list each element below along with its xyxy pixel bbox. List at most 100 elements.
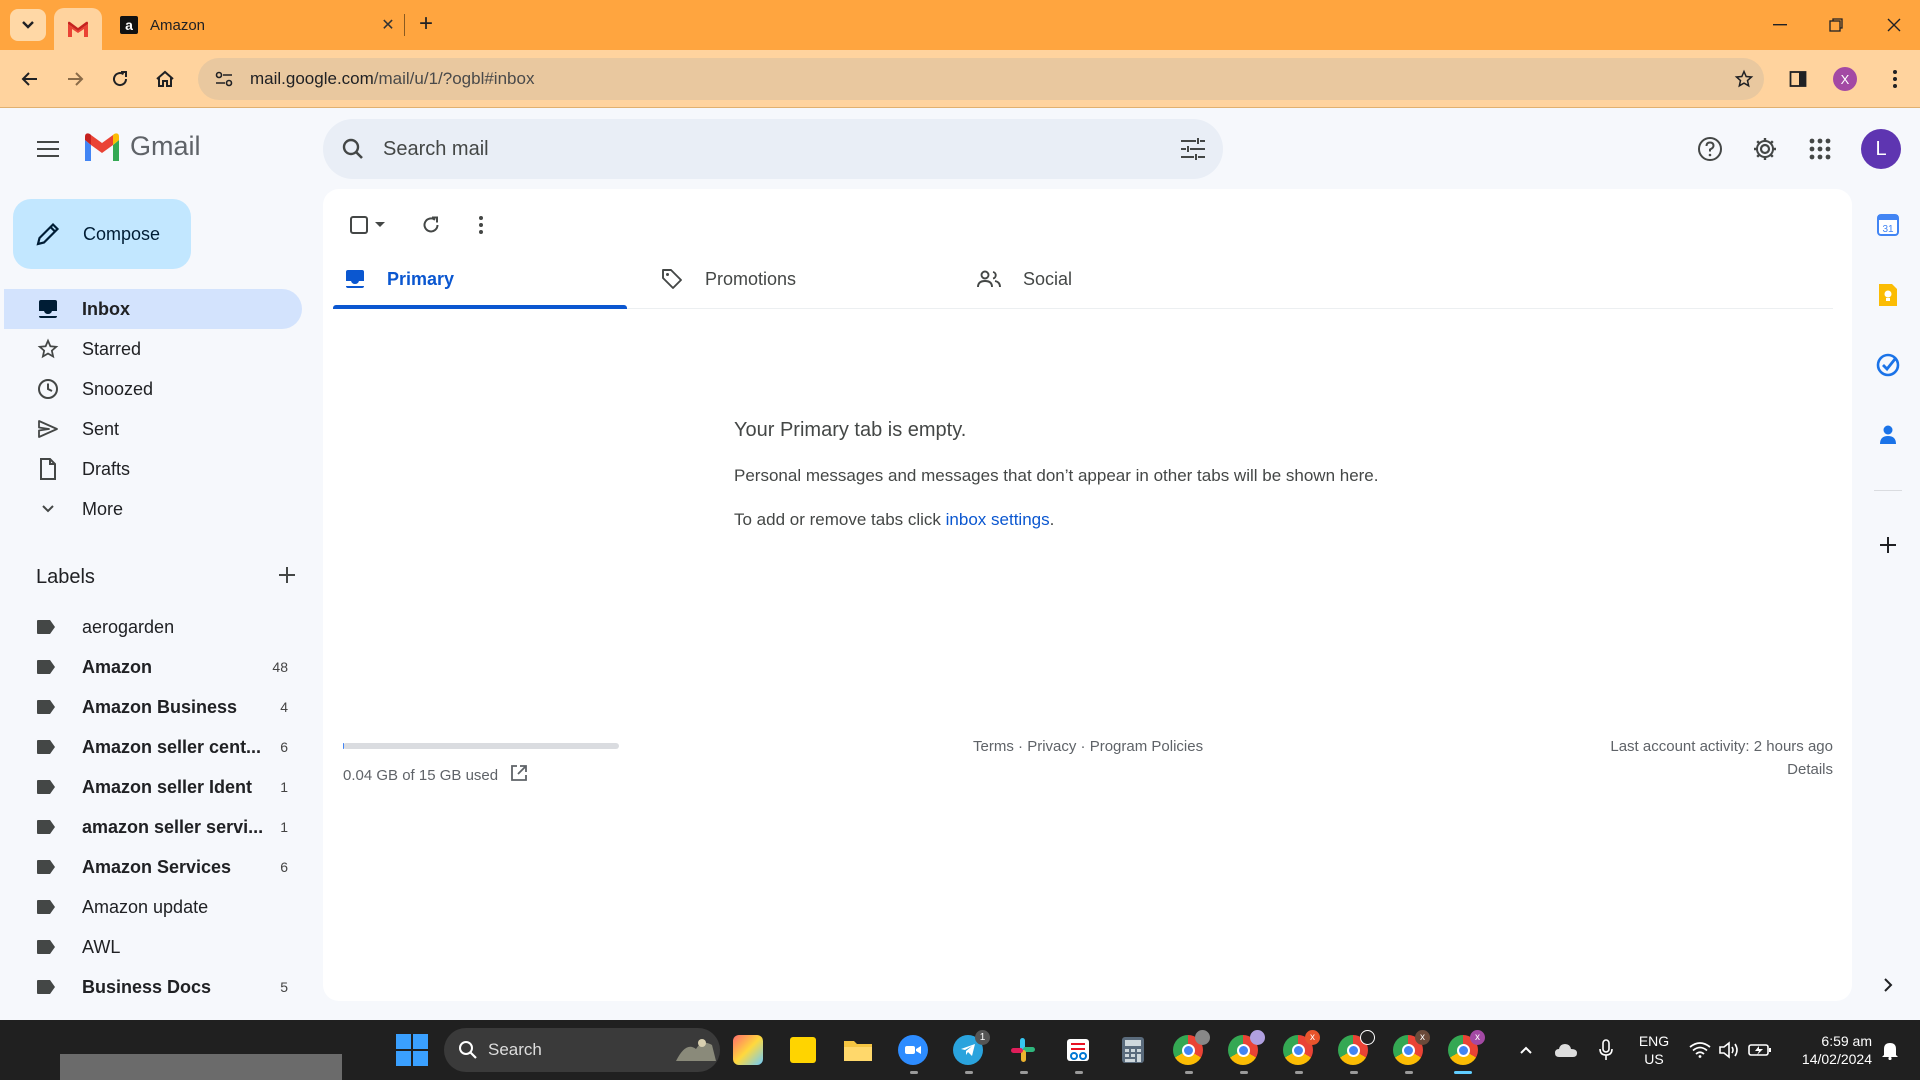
label-name: AWL — [82, 936, 121, 957]
bookmark-star-icon[interactable] — [1724, 69, 1764, 89]
nav-item-drafts[interactable]: Drafts — [0, 449, 302, 489]
chrome-app-icon-active[interactable]: x — [1445, 1030, 1485, 1068]
browser-menu-button[interactable] — [1878, 62, 1912, 96]
battery-icon[interactable] — [1746, 1036, 1774, 1064]
label-item[interactable]: AWL — [0, 927, 302, 967]
program-policies-link[interactable]: Program Policies — [1090, 738, 1203, 755]
gmail-logo[interactable]: Gmail — [82, 131, 201, 162]
slack-app-icon[interactable] — [1005, 1032, 1041, 1068]
side-panel-button[interactable] — [1781, 62, 1815, 96]
terms-link[interactable]: Terms — [973, 738, 1014, 755]
tab-promotions[interactable]: Promotions — [649, 249, 943, 309]
add-app-plus-icon[interactable] — [1872, 529, 1904, 561]
label-item[interactable]: Amazon seller Ident 1 — [0, 767, 302, 807]
hint-suffix: . — [1049, 510, 1055, 529]
label-name: Amazon — [82, 656, 153, 677]
search-input[interactable]: Search mail — [383, 138, 1163, 161]
refresh-button[interactable] — [411, 205, 451, 245]
sticky-notes-app-icon[interactable] — [785, 1032, 821, 1068]
telegram-badge: 1 — [975, 1030, 990, 1045]
chrome-app-icon[interactable]: x — [1280, 1030, 1320, 1068]
microphone-icon[interactable] — [1592, 1036, 1620, 1064]
main-menu-button[interactable] — [28, 129, 68, 169]
chrome-app-icon[interactable] — [1225, 1030, 1265, 1068]
label-item[interactable]: Amazon update — [0, 887, 302, 927]
empty-description: Personal messages and messages that don’… — [734, 466, 1379, 485]
close-tab-icon[interactable]: ✕ — [378, 15, 398, 35]
account-avatar[interactable]: L — [1861, 129, 1901, 169]
restore-button[interactable] — [1818, 10, 1854, 40]
select-all-checkbox[interactable] — [343, 205, 393, 245]
chrome-app-icon[interactable] — [1170, 1030, 1210, 1068]
volume-icon[interactable] — [1716, 1036, 1744, 1064]
compose-button[interactable]: Compose — [13, 199, 191, 269]
label-item[interactable]: Amazon Business 4 — [0, 687, 302, 727]
nav-item-starred[interactable]: Starred — [0, 329, 302, 369]
back-button[interactable] — [13, 62, 47, 96]
search-options-icon[interactable] — [1163, 138, 1223, 160]
label-item[interactable]: Amazon seller cent... 6 — [0, 727, 302, 767]
details-link[interactable]: Details — [1610, 761, 1833, 778]
label-item[interactable]: amazon seller servi... 1 — [0, 807, 302, 847]
label-tag-icon — [37, 860, 55, 874]
search-bar[interactable]: Search mail — [323, 119, 1223, 179]
taskbar-clock[interactable]: 6:59 am 14/02/2024 — [1786, 1032, 1872, 1068]
calculator-app-icon[interactable] — [1115, 1032, 1151, 1068]
tab-search-button[interactable] — [10, 9, 46, 41]
nav-item-snoozed[interactable]: Snoozed — [0, 369, 302, 409]
file-explorer-app-icon[interactable] — [840, 1032, 876, 1068]
onedrive-cloud-icon[interactable] — [1552, 1036, 1580, 1064]
google-apps-icon[interactable] — [1800, 129, 1840, 169]
minimize-button[interactable] — [1762, 10, 1798, 40]
language-indicator[interactable]: ENG US — [1636, 1032, 1672, 1068]
tasks-app-icon[interactable] — [1872, 349, 1904, 381]
keep-app-icon[interactable] — [1872, 279, 1904, 311]
close-window-button[interactable] — [1876, 10, 1912, 40]
label-item[interactable]: Amazon Services 6 — [0, 847, 302, 887]
new-tab-button[interactable]: + — [412, 10, 440, 38]
nav-item-sent[interactable]: Sent — [0, 409, 302, 449]
hide-side-panel-chevron-icon[interactable] — [1872, 969, 1904, 1001]
show-hidden-icons-chevron-icon[interactable] — [1512, 1036, 1540, 1064]
running-indicator — [910, 1071, 918, 1074]
copilot-app-icon[interactable] — [730, 1032, 766, 1068]
tab-social[interactable]: Social — [965, 249, 1259, 309]
label-item[interactable]: aerogarden — [0, 607, 302, 647]
side-panel-divider — [1874, 490, 1902, 491]
label-item[interactable]: Amazon 48 — [0, 647, 302, 687]
window-preview-thumbnail[interactable] — [60, 1054, 342, 1080]
nav-item-inbox[interactable]: Inbox — [4, 289, 302, 329]
profile-button[interactable]: X — [1828, 62, 1862, 96]
create-label-plus-icon[interactable] — [278, 566, 296, 589]
more-options-button[interactable] — [461, 205, 501, 245]
open-in-new-icon[interactable] — [510, 764, 528, 786]
chrome-app-icon[interactable] — [1335, 1030, 1375, 1068]
tab-gmail[interactable] — [54, 8, 102, 50]
site-settings-icon[interactable] — [204, 70, 244, 88]
calendar-app-icon[interactable]: 31 — [1872, 209, 1904, 241]
footer-links: Terms · Privacy · Program Policies — [973, 738, 1203, 755]
taskbar-search[interactable]: Search — [444, 1028, 720, 1072]
contacts-app-icon[interactable] — [1872, 419, 1904, 451]
inbox-settings-link[interactable]: inbox settings — [946, 510, 1050, 529]
home-button[interactable] — [148, 62, 182, 96]
start-button[interactable] — [396, 1034, 428, 1066]
tab-primary[interactable]: Primary — [333, 249, 627, 309]
url-path: /mail/u/1/?ogbl#inbox — [373, 69, 535, 88]
search-icon[interactable] — [323, 137, 383, 161]
notifications-bell-icon[interactable] — [1876, 1036, 1904, 1064]
snipping-tool-app-icon[interactable] — [1060, 1032, 1096, 1068]
tab-amazon[interactable]: a Amazon ✕ — [108, 8, 398, 42]
forward-button[interactable] — [58, 62, 92, 96]
support-icon[interactable] — [1690, 129, 1730, 169]
wifi-icon[interactable] — [1686, 1036, 1714, 1064]
reload-button[interactable] — [103, 62, 137, 96]
address-bar[interactable]: mail.google.com/mail/u/1/?ogbl#inbox — [198, 58, 1764, 100]
label-item[interactable]: Business Docs 5 — [0, 967, 302, 1007]
chrome-app-icon[interactable]: x — [1390, 1030, 1430, 1068]
zoom-app-icon[interactable] — [895, 1032, 931, 1068]
nav-item-more[interactable]: More — [0, 489, 302, 529]
settings-gear-icon[interactable] — [1745, 129, 1785, 169]
telegram-app-icon[interactable]: 1 — [950, 1030, 990, 1068]
privacy-link[interactable]: Privacy — [1027, 738, 1076, 755]
